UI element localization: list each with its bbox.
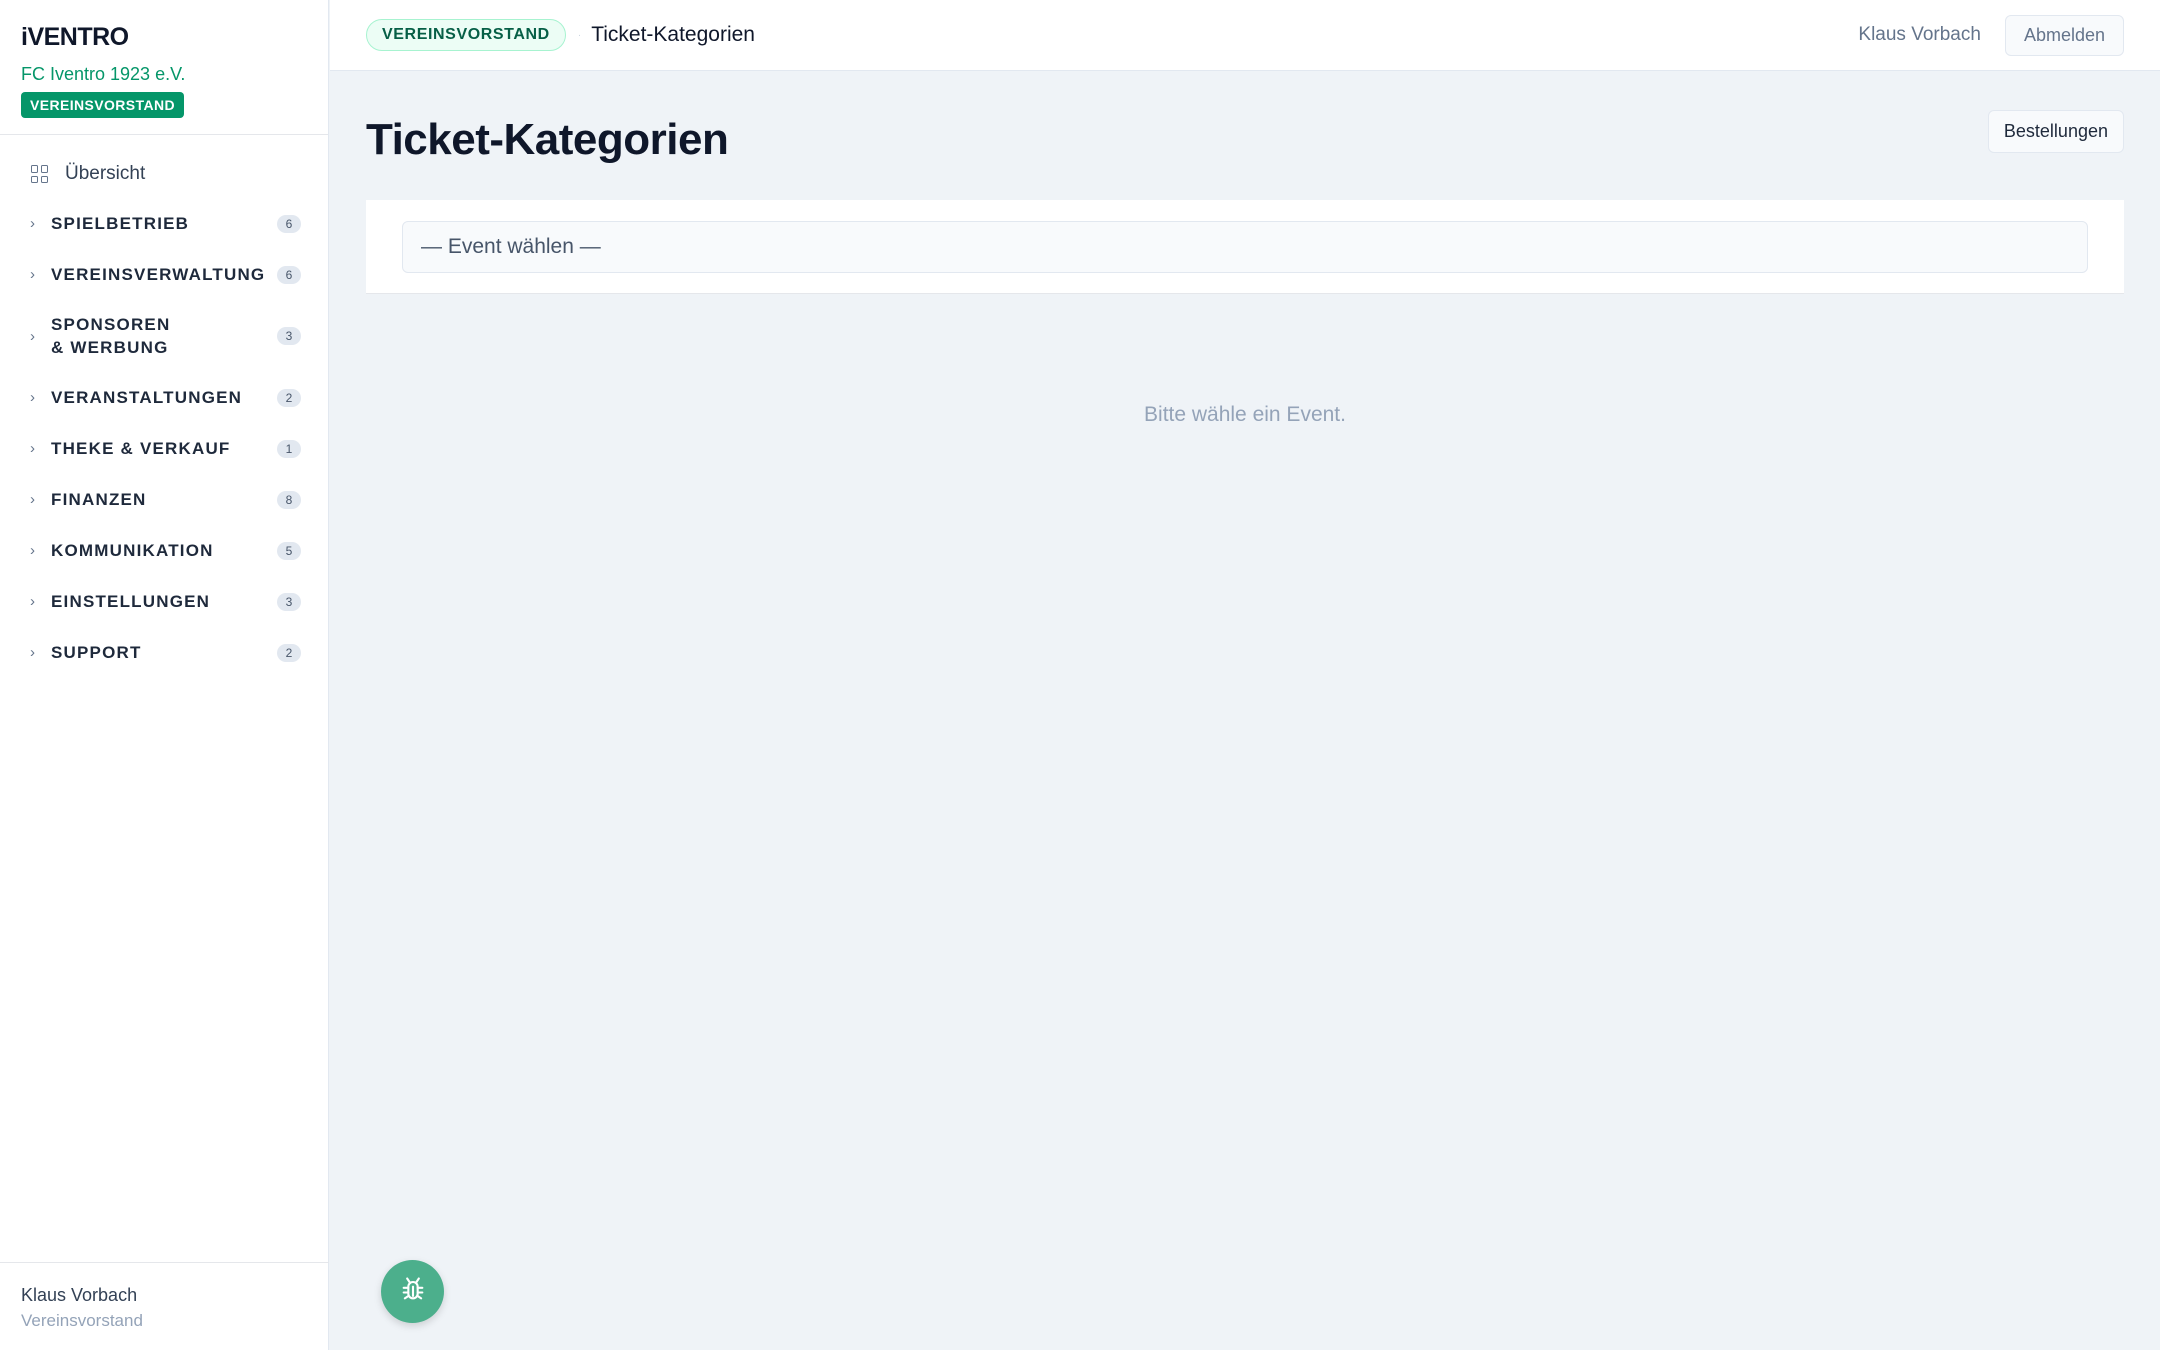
sidebar-item-label: SPIELBETRIEB [51, 214, 190, 233]
role-pill: VEREINSVORSTAND [366, 19, 566, 51]
empty-state-text: Bitte wähle ein Event. [1144, 403, 1346, 426]
top-bar: VEREINSVORSTAND · Ticket-Kategorien Klau… [330, 0, 2160, 71]
sidebar-item-label: Übersicht [65, 163, 146, 184]
chevron-right-icon: › [30, 542, 35, 559]
sidebar-item-vereinsverwaltung[interactable]: › VEREINSVERWALTUNG 6 [0, 249, 328, 300]
chevron-right-icon: › [30, 266, 35, 283]
current-user-name: Klaus Vorbach [1858, 24, 1981, 45]
chevron-right-icon: › [30, 440, 35, 457]
breadcrumb-separator: · [577, 29, 582, 41]
sidebar: iVENTRO FC Iventro 1923 e.V. VEREINSVORS… [0, 0, 329, 1350]
count-badge: 8 [277, 490, 301, 509]
count-badge: 3 [277, 592, 301, 611]
sidebar-item-label: THEKE & VERKAUF [51, 439, 231, 458]
logout-button[interactable]: Abmelden [2004, 14, 2124, 56]
sidebar-item-label: VERANSTALTUNGEN [51, 388, 243, 407]
role-badge: VEREINSVORSTAND [21, 92, 184, 118]
sidebar-item-label: EINSTELLUNGEN [51, 592, 211, 611]
brand-block: iVENTRO FC Iventro 1923 e.V. VEREINSVORS… [0, 0, 328, 135]
club-name: FC Iventro 1923 e.V. [21, 64, 186, 84]
sidebar-item-veranstaltungen[interactable]: › VERANSTALTUNGEN 2 [0, 372, 328, 423]
app-logo[interactable]: iVENTRO [21, 23, 307, 51]
count-badge: 5 [277, 541, 301, 560]
count-badge: 2 [277, 388, 301, 407]
sidebar-item-label: VEREINSVERWALTUNG [51, 265, 266, 284]
chevron-right-icon: › [30, 593, 35, 610]
sidebar-item-spielbetrieb[interactable]: › SPIELBETRIEB 6 [0, 198, 328, 249]
chevron-right-icon: › [30, 327, 35, 345]
sidebar-nav: Übersicht › SPIELBETRIEB 6 › VEREINSVERW… [0, 135, 328, 678]
event-filter-card: — Event wählen — [366, 200, 2124, 294]
event-select-value: — Event wählen — [421, 235, 601, 258]
count-badge: 2 [277, 643, 301, 662]
page-title: Ticket-Kategorien [366, 115, 729, 164]
sidebar-item-label: SUPPORT [51, 643, 142, 662]
sidebar-item-kommunikation[interactable]: › KOMMUNIKATION 5 [0, 525, 328, 576]
sidebar-item-label: KOMMUNIKATION [51, 541, 214, 560]
bug-report-button[interactable] [381, 1260, 444, 1323]
footer-user-name: Klaus Vorbach [21, 1285, 138, 1305]
sidebar-user-footer: Klaus Vorbach Vereinsvorstand [0, 1262, 329, 1350]
count-badge: 3 [277, 327, 301, 345]
footer-user-role: Vereinsvorstand [21, 1311, 143, 1330]
sidebar-item-support[interactable]: › SUPPORT 2 [0, 627, 328, 678]
bug-icon [399, 1275, 427, 1308]
orders-button[interactable]: Bestellungen [1987, 110, 2124, 153]
sidebar-item-label: FINANZEN [51, 490, 147, 509]
grid-icon [31, 165, 49, 183]
count-badge: 6 [277, 214, 301, 233]
chevron-right-icon: › [30, 215, 35, 232]
sidebar-item-theke-verkauf[interactable]: › THEKE & VERKAUF 1 [0, 423, 328, 474]
count-badge: 1 [277, 439, 301, 458]
breadcrumb-current: Ticket-Kategorien [591, 23, 755, 46]
chevron-right-icon: › [30, 491, 35, 508]
count-badge: 6 [277, 265, 301, 284]
sidebar-item-label: SPONSOREN & WERBUNG [51, 315, 171, 357]
sidebar-item-overview[interactable]: Übersicht [0, 150, 328, 198]
sidebar-item-sponsoren-werbung[interactable]: › SPONSOREN & WERBUNG 3 [0, 300, 328, 372]
chevron-right-icon: › [30, 389, 35, 406]
sidebar-item-einstellungen[interactable]: › EINSTELLUNGEN 3 [0, 576, 328, 627]
chevron-right-icon: › [30, 644, 35, 661]
sidebar-item-finanzen[interactable]: › FINANZEN 8 [0, 474, 328, 525]
event-select[interactable]: — Event wählen — [402, 221, 2088, 273]
